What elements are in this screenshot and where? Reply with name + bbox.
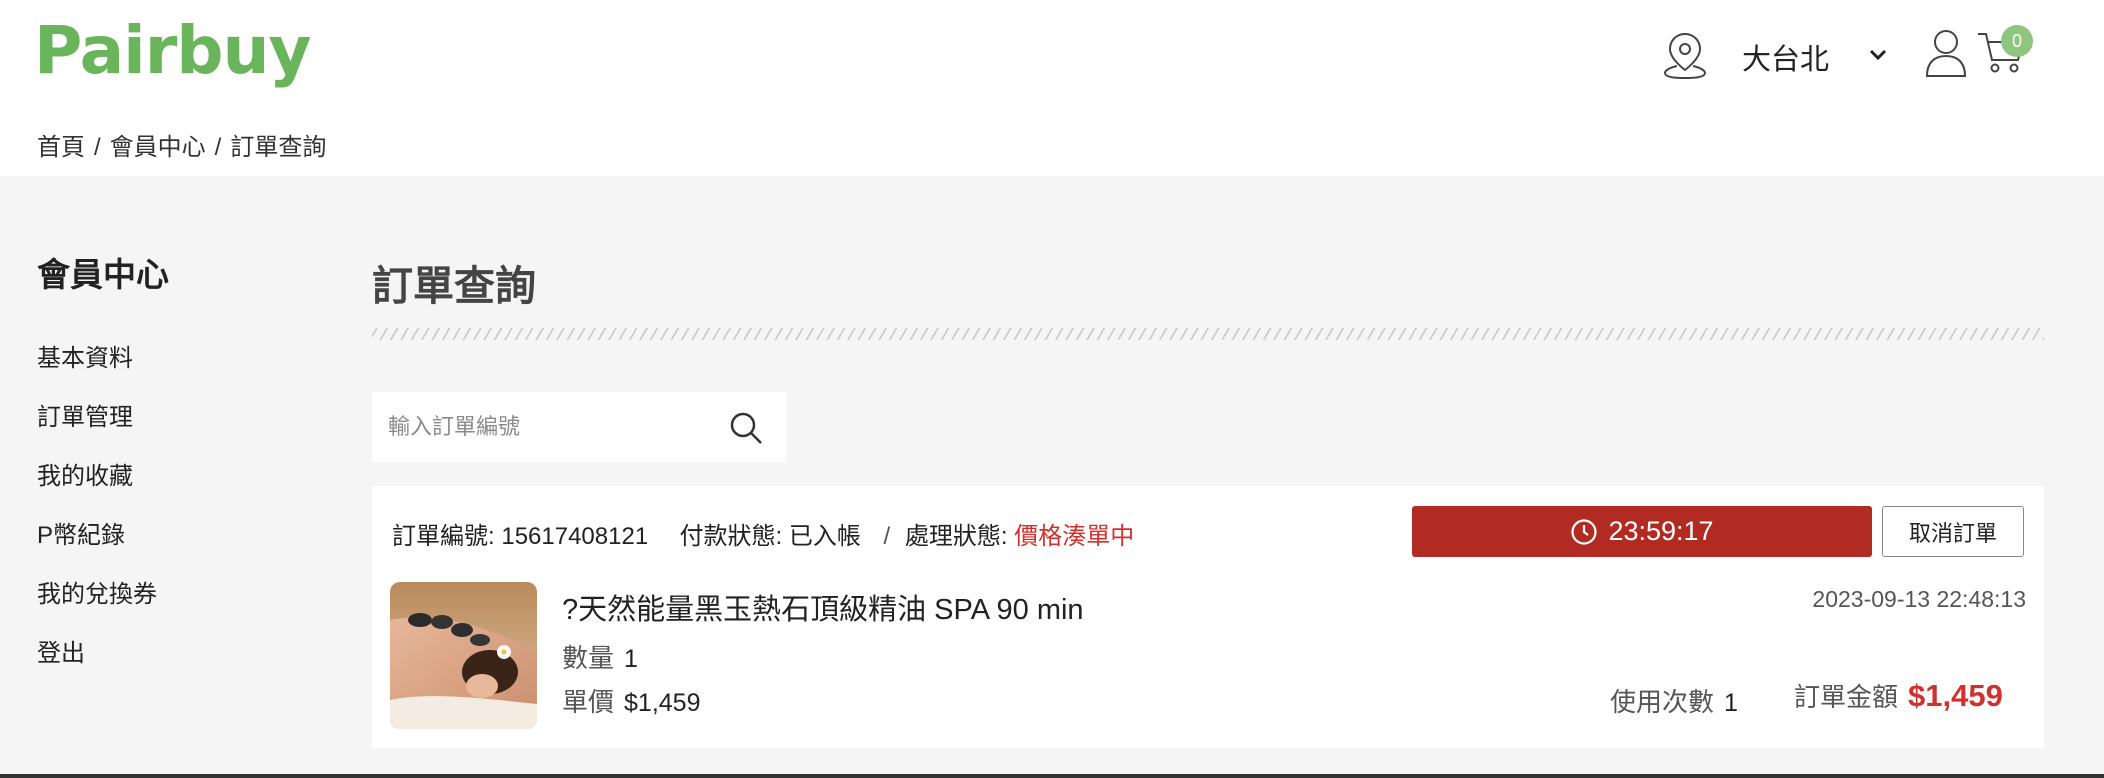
title-divider [372,328,2044,340]
breadcrumb-separator: / [214,134,222,161]
order-meta: 訂單編號: 15617408121 付款狀態: 已入帳 / 處理狀態: 價格湊單… [392,523,1135,550]
sidebar-menu: 基本資料 訂單管理 我的收藏 P幣紀錄 我的兌換券 登出 [37,338,157,692]
sidebar-item-p-coin[interactable]: P幣紀錄 [37,515,157,574]
unit-price-label: 單價 [562,687,615,717]
usage-count-row: 使用次數 1 [1610,682,1738,719]
breadcrumb: 首頁 / 會員中心 / 訂單查詢 [37,127,326,162]
page-title: 訂單查詢 [372,263,536,309]
order-number: 15617408121 [501,523,649,550]
sidebar-item-favorites[interactable]: 我的收藏 [37,456,157,515]
map-pin-icon[interactable] [1662,30,1708,80]
countdown-time: 23:59:17 [1608,516,1714,546]
quantity-value: 1 [624,645,638,673]
breadcrumb-member-center[interactable]: 會員中心 [110,134,206,161]
product-thumbnail[interactable] [390,582,537,729]
sidebar-title: 會員中心 [37,256,169,293]
order-total-amount: $1,459 [1908,678,2003,713]
page-bottom-edge [0,774,2104,778]
unit-price-value: $1,459 [624,689,701,717]
countdown-timer-button[interactable]: 23:59:17 [1412,506,1872,557]
product-name[interactable]: ?天然能量黑玉熱石頂級精油 SPA 90 min [562,586,1084,628]
order-search-box [372,392,786,462]
order-total-row: 訂單金額 $1,459 [1794,677,2003,714]
process-status: 價格湊單中 [1014,523,1135,550]
usage-count-value: 1 [1724,689,1738,717]
cart-count-badge: 0 [2001,25,2033,57]
sidebar-item-orders[interactable]: 訂單管理 [37,397,157,456]
main-content: 會員中心 基本資料 訂單管理 我的收藏 P幣紀錄 我的兌換券 登出 訂單查詢 訂… [0,176,2104,778]
site-header: Pairbuy 大台北 0 首頁 / 會員中心 / 訂單查詢 [0,0,2104,176]
order-search-input[interactable] [388,392,718,462]
sidebar-item-profile[interactable]: 基本資料 [37,338,157,397]
process-status-label: 處理狀態: [904,523,1008,550]
breadcrumb-current: 訂單查詢 [230,134,327,161]
order-number-label: 訂單編號: [392,523,495,550]
unit-price-row: 單價 $1,459 [562,682,700,719]
sidebar-item-vouchers[interactable]: 我的兌換券 [37,574,157,633]
order-date: 2023-09-13 22:48:13 [1812,586,2026,612]
payment-status: 已入帳 [788,523,861,550]
breadcrumb-home[interactable]: 首頁 [37,134,85,161]
quantity-label: 數量 [562,643,615,673]
chevron-down-icon[interactable] [1864,42,1892,66]
clock-icon [1571,518,1598,545]
cancel-order-button[interactable]: 取消訂單 [1882,506,2024,557]
region-selector[interactable]: 大台北 [1742,36,1829,78]
breadcrumb-separator: / [94,134,101,161]
quantity-row: 數量 1 [562,638,638,675]
user-icon[interactable] [1924,26,1968,78]
search-icon[interactable] [728,410,764,446]
pairbuy-logo[interactable]: Pairbuy [34,12,312,89]
sidebar-item-logout[interactable]: 登出 [37,633,157,692]
usage-count-label: 使用次數 [1610,687,1715,717]
payment-status-label: 付款狀態: [679,523,783,550]
order-card: 訂單編號: 15617408121 付款狀態: 已入帳 / 處理狀態: 價格湊單… [372,486,2044,748]
order-total-label: 訂單金額 [1794,682,1899,712]
